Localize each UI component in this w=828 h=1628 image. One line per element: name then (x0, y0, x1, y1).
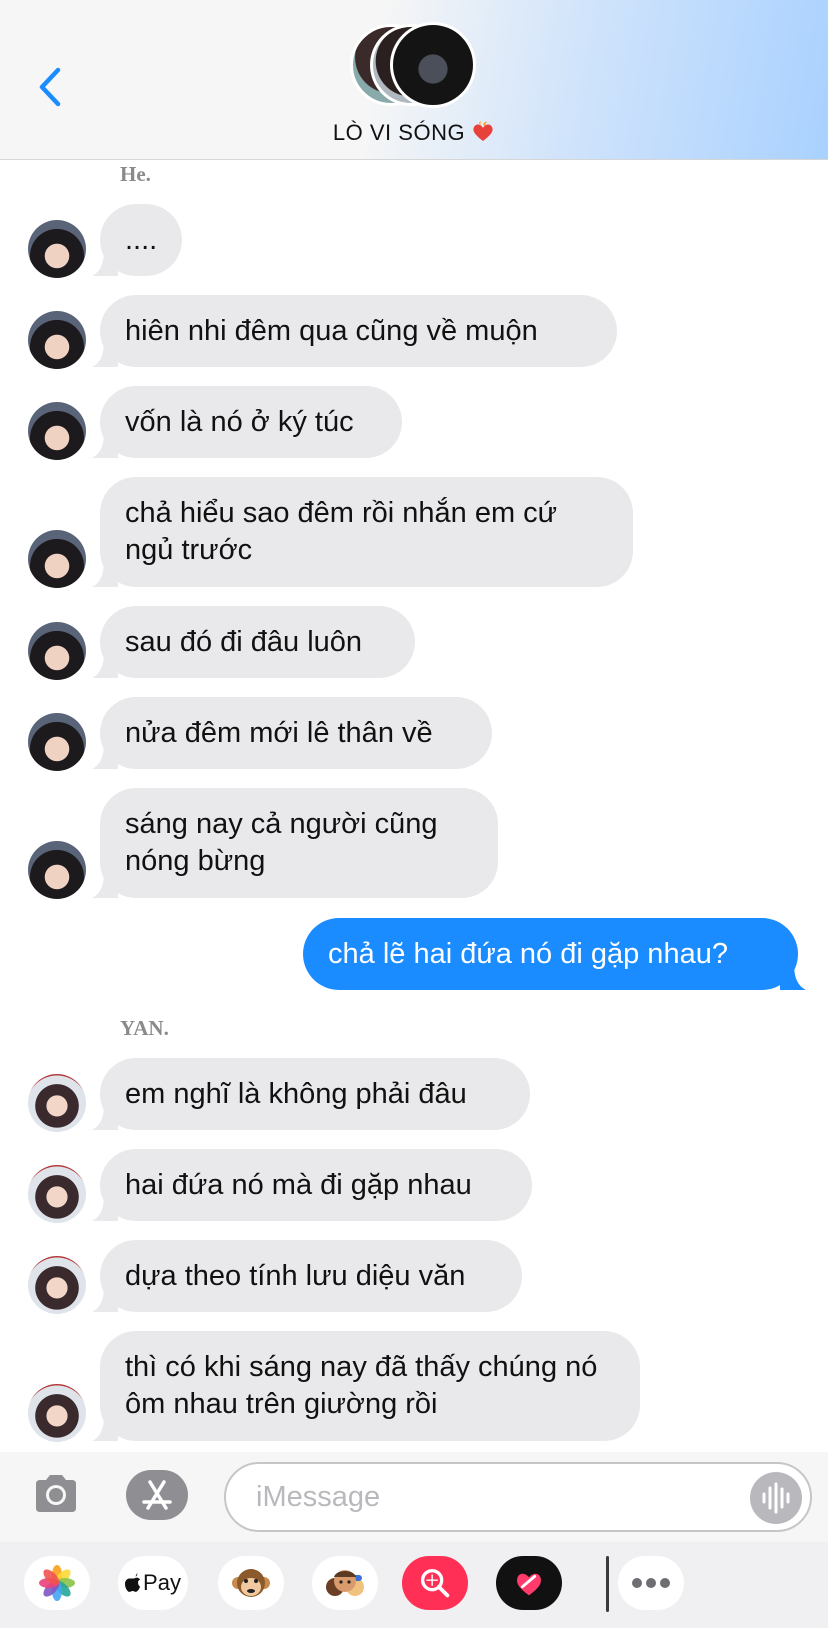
app-store-icon (142, 1480, 172, 1510)
bubble-tail (92, 1415, 118, 1441)
image-search-icon (420, 1568, 450, 1598)
avatar[interactable] (28, 530, 86, 588)
avatar[interactable] (28, 402, 86, 460)
message-text: em nghĩ là không phải đâu (125, 1077, 467, 1110)
message-text: sau đó đi đâu luôn (125, 625, 363, 658)
message-input[interactable] (256, 1464, 726, 1530)
bubble-tail (92, 1195, 118, 1221)
compose-bar (0, 1452, 828, 1542)
bubble-tail (92, 1286, 118, 1312)
chat-title-text: LÒ VI SÓNG (332, 120, 466, 145)
message-text: vốn là nó ở ký túc (125, 405, 354, 438)
divider (606, 1556, 609, 1612)
waveform-icon (762, 1482, 790, 1514)
camera-icon[interactable] (32, 1472, 80, 1516)
avatar[interactable] (28, 1074, 86, 1132)
message-bubble[interactable]: sáng nay cả người cũng nóng bừng (92, 788, 498, 898)
message-bubble[interactable]: sau đó đi đâu luôn (92, 606, 415, 678)
message-text: thì có khi sáng nay đã thấy chúng nó ôm … (125, 1351, 598, 1420)
avatar[interactable] (28, 311, 86, 369)
message-bubble[interactable]: em nghĩ là không phải đâu (92, 1058, 530, 1130)
memoji-monkey-icon (232, 1569, 270, 1597)
bubble-tail (92, 872, 118, 898)
memoji-app[interactable] (218, 1556, 284, 1610)
sender-name: He. (120, 162, 151, 186)
photos-app[interactable] (24, 1556, 90, 1610)
sender-name: YAN. (120, 1016, 169, 1040)
audio-message-button[interactable] (750, 1472, 802, 1524)
digital-touch-icon (517, 1573, 541, 1596)
avatar[interactable] (28, 1384, 86, 1442)
memoji-people-icon (326, 1570, 364, 1596)
avatar (390, 22, 476, 108)
message-bubble-outgoing[interactable]: chả lẽ hai đứa nó đi gặp nhau? (303, 918, 806, 990)
avatar[interactable] (28, 841, 86, 899)
apple-pay-app[interactable]: Pay (118, 1556, 188, 1610)
bubble-tail (92, 652, 118, 678)
message-text: sáng nay cả người cũng nóng bừng (125, 808, 438, 877)
apple-pay-label: Pay (143, 1570, 181, 1595)
image-search-app[interactable] (402, 1556, 468, 1610)
message-bubble[interactable]: hiên nhi đêm qua cũng về muộn (92, 295, 617, 367)
message-bubble[interactable]: chả hiểu sao đêm rồi nhắn em cứ ngủ trướ… (92, 477, 633, 587)
avatar[interactable] (28, 1165, 86, 1223)
bubble-tail (92, 1104, 118, 1130)
app-drawer: Pay (0, 1542, 828, 1628)
bubble-tail (92, 341, 118, 367)
message-bubble[interactable]: thì có khi sáng nay đã thấy chúng nó ôm … (92, 1331, 640, 1441)
app-store-button[interactable] (126, 1470, 188, 1520)
bubble-tail (92, 743, 118, 769)
apple-pay-icon (125, 1573, 141, 1592)
message-bubble[interactable]: nửa đêm mới lê thân về (92, 697, 492, 769)
bubble-tail (780, 964, 806, 990)
group-avatar[interactable] (350, 22, 480, 112)
bubble-tail (92, 250, 118, 276)
message-text: hai đứa nó mà đi gặp nhau (125, 1168, 472, 1201)
message-bubble[interactable]: hai đứa nó mà đi gặp nhau (92, 1149, 532, 1221)
message-bubble[interactable]: dựa theo tính lưu diệu văn (92, 1240, 522, 1312)
message-bubble[interactable]: vốn là nó ở ký túc (92, 386, 402, 458)
message-text: .... (125, 223, 158, 256)
avatar[interactable] (28, 1256, 86, 1314)
bubble-tail (92, 561, 118, 587)
more-icon (632, 1578, 670, 1588)
avatar[interactable] (28, 220, 86, 278)
message-text: chả hiểu sao đêm rồi nhắn em cứ ngủ trướ… (125, 497, 558, 566)
chat-title[interactable]: LÒ VI SÓNG (0, 120, 828, 146)
photos-icon (39, 1565, 75, 1601)
avatar[interactable] (28, 622, 86, 680)
more-apps-button[interactable] (618, 1556, 684, 1610)
digital-touch-app[interactable] (496, 1556, 562, 1610)
bubble-tail (92, 432, 118, 458)
message-text: chả lẽ hai đứa nó đi gặp nhau? (328, 937, 728, 970)
message-text: dựa theo tính lưu diệu văn (125, 1259, 466, 1292)
message-text: nửa đêm mới lê thân về (125, 716, 433, 749)
avatar[interactable] (28, 713, 86, 771)
message-field[interactable] (224, 1462, 812, 1532)
chat-header: LÒ VI SÓNG (0, 0, 828, 160)
memoji-stickers-app[interactable] (312, 1556, 378, 1610)
burning-heart-icon (473, 121, 493, 141)
chevron-left-icon[interactable] (32, 64, 68, 110)
message-bubble[interactable]: .... (92, 204, 182, 276)
message-text: hiên nhi đêm qua cũng về muộn (125, 314, 538, 347)
